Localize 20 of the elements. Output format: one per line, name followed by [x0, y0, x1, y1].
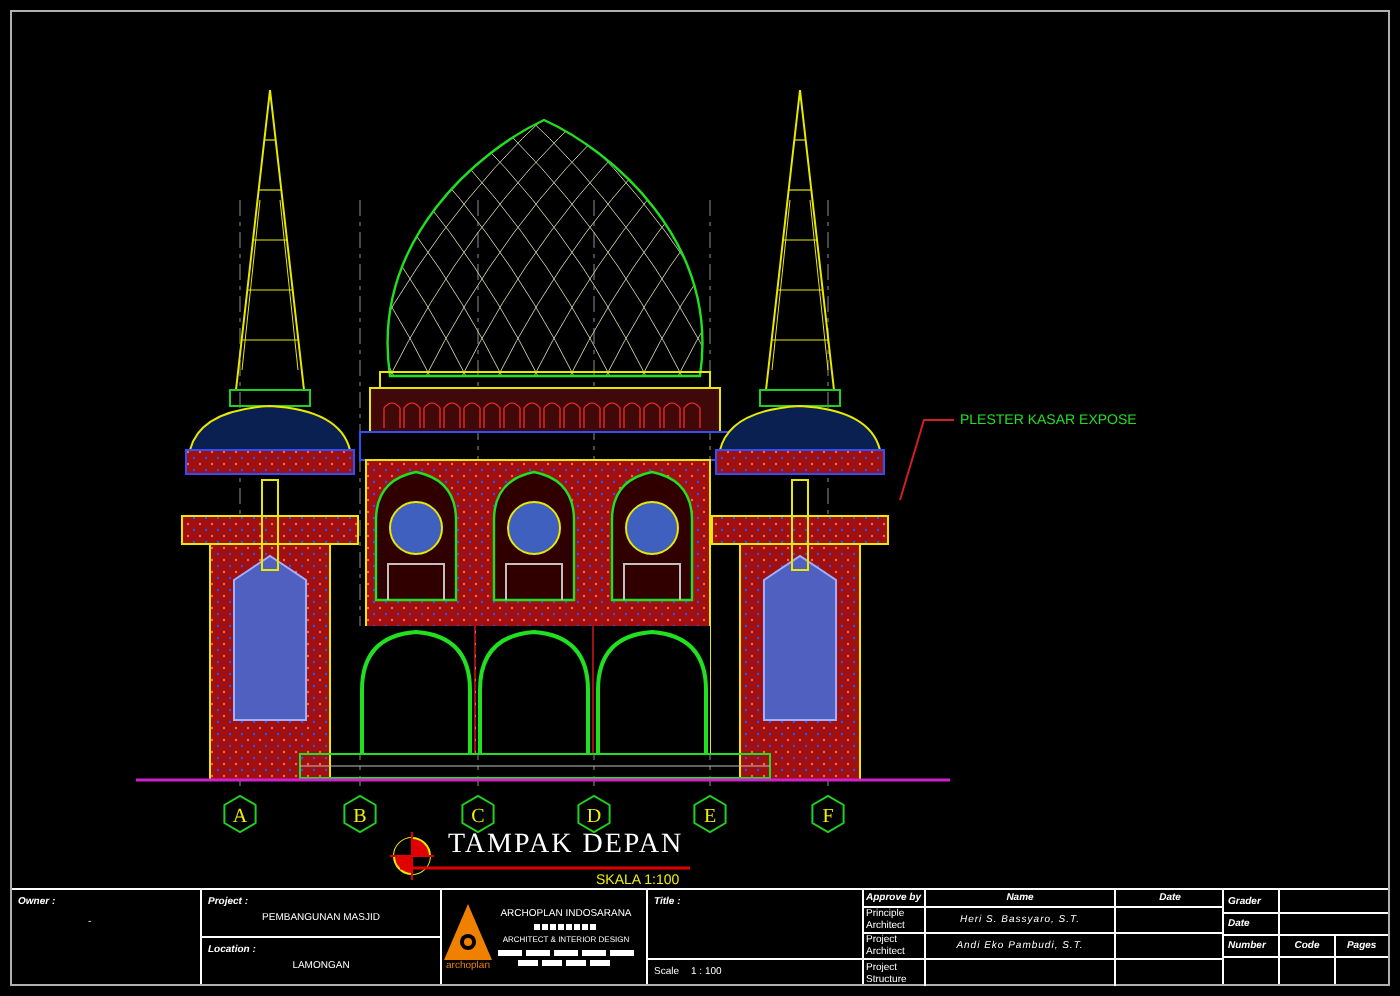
- leader-line: [899, 419, 955, 501]
- firm-contact-bars: [518, 960, 614, 966]
- grid-label: D: [586, 806, 602, 828]
- grid-label: C: [471, 806, 485, 828]
- grid-label: B: [353, 806, 367, 828]
- logo-icon: [444, 903, 492, 959]
- drawing-title: TAMPAK DEPAN: [448, 830, 684, 860]
- empty-cell: [1278, 914, 1388, 936]
- grid-marker: [693, 794, 727, 834]
- grid-marker: [343, 794, 377, 834]
- firm-info-bars: [534, 924, 598, 930]
- grid-label: A: [232, 806, 248, 828]
- grid-marker: [811, 794, 845, 834]
- grid-marker: [461, 794, 495, 834]
- firm-address-bars: [498, 950, 634, 956]
- grid-marker: [223, 794, 257, 834]
- grid-label: E: [703, 806, 717, 828]
- section-symbol-icon: [389, 831, 435, 881]
- grid-label: F: [822, 806, 834, 828]
- grid-marker: [577, 794, 611, 834]
